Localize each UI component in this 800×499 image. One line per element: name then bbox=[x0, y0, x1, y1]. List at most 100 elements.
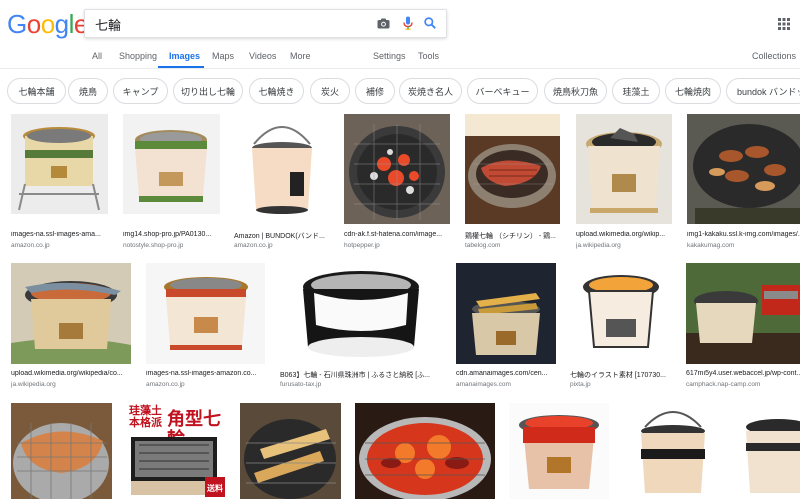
result-thumbnail: 珪藻土 本格派 角型七輪 送料 bbox=[125, 403, 227, 499]
chip[interactable]: 珪藻土 bbox=[612, 78, 660, 104]
image-result[interactable] bbox=[509, 403, 609, 499]
thumbnail-overlay-text: 本格派 bbox=[129, 417, 162, 429]
result-thumbnail bbox=[687, 114, 800, 224]
result-source: ja.wikipedia.org bbox=[576, 242, 621, 249]
thumbnail-overlay-text: 送料 bbox=[207, 484, 223, 493]
image-result[interactable] bbox=[240, 403, 341, 499]
chip[interactable]: bundok バンドック bbox=[726, 78, 800, 104]
result-title: 七輪のイラスト素材 [170730... bbox=[570, 372, 666, 379]
apps-grid-icon[interactable] bbox=[778, 17, 790, 30]
image-result[interactable]: upload.wikimedia.org/wikipedia/co... ja.… bbox=[11, 263, 131, 393]
result-title: images-na.ssl-images-amazon.co... bbox=[146, 370, 257, 377]
chip[interactable]: バーベキュー bbox=[467, 78, 538, 104]
tab-tools[interactable]: Tools bbox=[418, 51, 439, 61]
result-thumbnail bbox=[738, 403, 800, 499]
microphone-icon[interactable] bbox=[399, 14, 417, 32]
image-result[interactable]: 617mi5y4.user.webaccel.jp/wp-cont... cam… bbox=[686, 263, 800, 393]
tab-settings[interactable]: Settings bbox=[373, 51, 406, 61]
chip[interactable]: 焼鳥 bbox=[68, 78, 108, 104]
image-result[interactable] bbox=[11, 403, 112, 499]
image-result[interactable]: images-na.ssl-images-ama... amazon.co.jp bbox=[11, 114, 108, 250]
result-thumbnail bbox=[576, 114, 672, 224]
chip[interactable]: 切り出し七輪 bbox=[173, 78, 243, 104]
result-thumbnail bbox=[509, 403, 609, 499]
result-source: amazon.co.jp bbox=[11, 242, 50, 249]
search-icon[interactable] bbox=[421, 14, 439, 32]
result-thumbnail bbox=[344, 114, 450, 224]
tab-more[interactable]: More bbox=[290, 51, 311, 61]
image-result[interactable]: img1-kakaku.ssl.k-img.com/images/... kak… bbox=[687, 114, 800, 250]
chip[interactable]: キャンプ bbox=[113, 78, 168, 104]
result-source: pixta.jp bbox=[570, 381, 591, 388]
tab-videos[interactable]: Videos bbox=[249, 51, 276, 61]
result-thumbnail bbox=[146, 263, 265, 364]
result-title: cdn-ak.f.st-hatena.com/image... bbox=[344, 231, 443, 238]
result-source: camphack.nap-camp.com bbox=[686, 381, 761, 388]
result-thumbnail bbox=[123, 114, 220, 214]
image-result[interactable]: 鶏權七輪 （シチリン） - 鶏... tabelog.com bbox=[465, 114, 560, 250]
result-thumbnail bbox=[11, 263, 131, 364]
tab-all[interactable]: All bbox=[92, 51, 102, 61]
image-result[interactable]: cdn.amanaimages.com/cen... amanaimages.c… bbox=[456, 263, 556, 393]
result-source: tabelog.com bbox=[465, 242, 501, 249]
logo-letter: G bbox=[7, 9, 27, 39]
image-result[interactable]: Amazon | BUNDOK(バンド... amazon.co.jp bbox=[234, 114, 331, 250]
result-source: amanaimages.com bbox=[456, 381, 511, 388]
image-result[interactable]: images-na.ssl-images-amazon.co... amazon… bbox=[146, 263, 265, 393]
result-thumbnail bbox=[465, 114, 560, 224]
result-source: hotpepper.jp bbox=[344, 242, 380, 249]
camera-icon[interactable] bbox=[374, 14, 392, 32]
result-source: kakakumag.com bbox=[687, 242, 735, 249]
result-title: images-na.ssl-images-ama... bbox=[11, 231, 101, 238]
result-source: amazon.co.jp bbox=[146, 381, 185, 388]
chip[interactable]: 七輪焼肉 bbox=[665, 78, 721, 104]
logo-letter: o bbox=[40, 9, 55, 39]
collections-link[interactable]: Collections bbox=[752, 51, 796, 61]
result-title: upload.wikimedia.org/wikip... bbox=[576, 231, 666, 238]
logo-letter: g bbox=[54, 9, 69, 39]
image-result[interactable]: 七輪のイラスト素材 [170730... pixta.jp bbox=[570, 263, 672, 393]
chip[interactable]: 補修 bbox=[355, 78, 395, 104]
result-title: 鶏權七輪 （シチリン） - 鶏... bbox=[465, 233, 556, 240]
result-source: furusato-tax.jp bbox=[280, 381, 322, 388]
result-title: 617mi5y4.user.webaccel.jp/wp-cont... bbox=[686, 370, 800, 377]
result-thumbnail bbox=[570, 263, 672, 364]
result-source: amazon.co.jp bbox=[234, 242, 273, 249]
result-thumbnail bbox=[355, 403, 495, 499]
chip[interactable]: 七輪焼き bbox=[249, 78, 304, 104]
header-divider bbox=[0, 68, 800, 69]
search-tabs: All Shopping Images Maps Videos More Set… bbox=[0, 46, 800, 68]
tab-shopping[interactable]: Shopping bbox=[119, 51, 157, 61]
image-result[interactable]: img14.shop-pro.jp/PA0130... notostyle.sh… bbox=[123, 114, 220, 250]
tab-images[interactable]: Images bbox=[169, 51, 200, 61]
result-thumbnail bbox=[686, 263, 800, 364]
result-title: cdn.amanaimages.com/cen... bbox=[456, 370, 548, 377]
related-searches-chips: 七輪本舗 焼鳥 キャンプ 切り出し七輪 七輪焼き 炭火 補修 炭焼き名人 バーベ… bbox=[0, 78, 800, 106]
image-result[interactable] bbox=[738, 403, 800, 499]
image-result[interactable]: 珪藻土 本格派 角型七輪 送料 bbox=[125, 403, 227, 499]
google-logo[interactable]: Google bbox=[7, 11, 88, 37]
image-result[interactable] bbox=[355, 403, 495, 499]
image-result[interactable]: upload.wikimedia.org/wikip... ja.wikiped… bbox=[576, 114, 672, 250]
result-thumbnail bbox=[623, 403, 723, 499]
result-title: img1-kakaku.ssl.k-img.com/images/... bbox=[687, 231, 800, 238]
result-title: B063】七輪 - 石川県珠洲市 | ふるさと納税 [ふ... bbox=[280, 372, 431, 379]
chip[interactable]: 焼鳥秋刀魚 bbox=[544, 78, 607, 104]
chip[interactable]: 炭火 bbox=[310, 78, 350, 104]
tab-maps[interactable]: Maps bbox=[212, 51, 234, 61]
result-thumbnail bbox=[280, 263, 442, 364]
search-input[interactable] bbox=[93, 15, 357, 33]
chip[interactable]: 七輪本舗 bbox=[7, 78, 66, 104]
chip[interactable]: 炭焼き名人 bbox=[399, 78, 462, 104]
result-source: ja.wikipedia.org bbox=[11, 381, 56, 388]
image-result[interactable]: B063】七輪 - 石川県珠洲市 | ふるさと納税 [ふ... furusato… bbox=[280, 263, 442, 393]
result-thumbnail bbox=[11, 403, 112, 499]
search-box[interactable] bbox=[84, 9, 447, 38]
result-title: img14.shop-pro.jp/PA0130... bbox=[123, 231, 212, 238]
image-result[interactable]: cdn-ak.f.st-hatena.com/image... hotpeppe… bbox=[344, 114, 450, 250]
result-title: upload.wikimedia.org/wikipedia/co... bbox=[11, 370, 123, 377]
logo-letter: o bbox=[26, 9, 41, 39]
result-thumbnail bbox=[11, 114, 108, 214]
image-result[interactable] bbox=[623, 403, 723, 499]
result-thumbnail bbox=[240, 403, 341, 499]
